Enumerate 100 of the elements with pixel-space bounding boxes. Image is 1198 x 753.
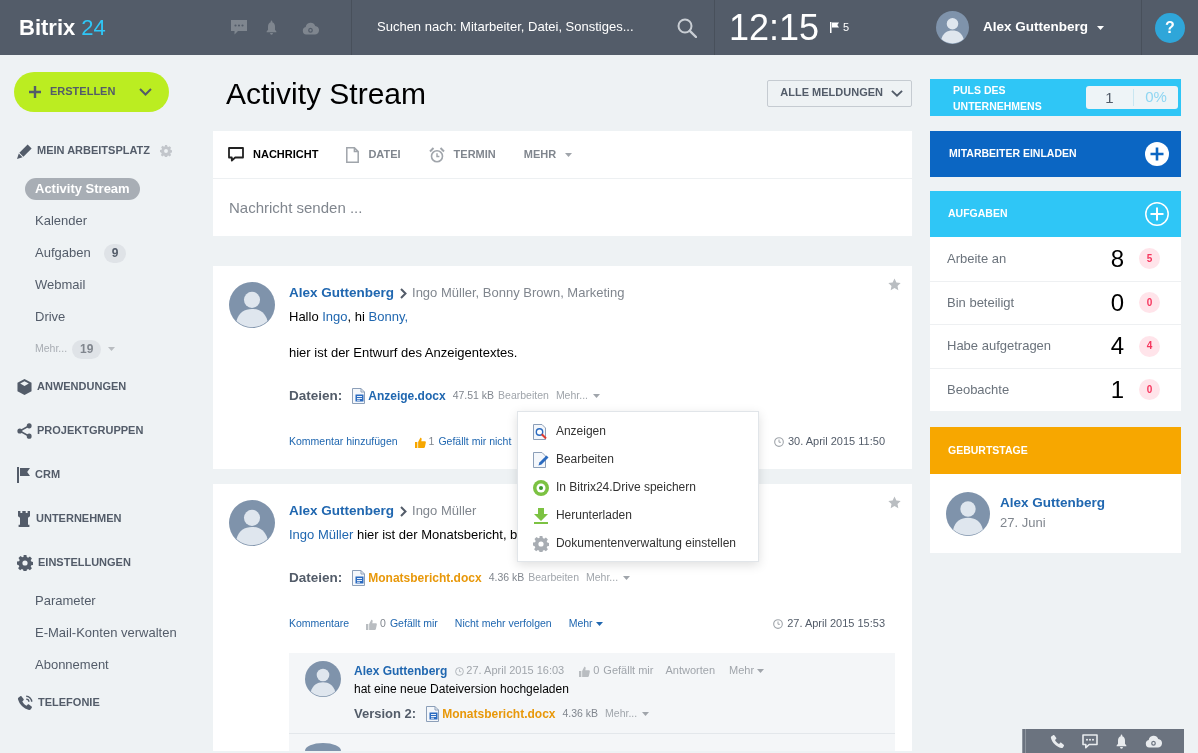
search-icon[interactable]	[677, 17, 697, 38]
chat-icon[interactable]	[1082, 733, 1098, 749]
file-size: 47.51 kB	[452, 389, 495, 403]
invite-button[interactable]: MITARBEITER EINLADEN	[930, 131, 1181, 177]
logo-text: Bitrix	[19, 16, 76, 39]
clock-icon	[455, 666, 465, 676]
flag-icon	[17, 467, 30, 483]
menu-item[interactable]: Dokumentenverwaltung einstellen	[517, 529, 758, 558]
recipients-text: Ingo Müller, Bonny Brown, Marketing	[412, 284, 625, 302]
sidebar-section[interactable]: MEIN ARBEITSPLATZ	[17, 143, 151, 159]
bell-icon[interactable]	[265, 20, 278, 35]
sidebar-item[interactable]: Abonnement	[25, 654, 119, 676]
sidebar-item[interactable]: Parameter	[25, 590, 106, 612]
caret-icon[interactable]	[1097, 25, 1104, 30]
pulse-title: PULS DES UNTERNEHMENS	[953, 82, 1043, 114]
action-link[interactable]: Nicht mehr verfolgen	[454, 617, 552, 631]
person-name[interactable]: Alex Guttenberg	[1000, 495, 1105, 513]
caret-icon	[623, 576, 631, 580]
sidebar-section[interactable]: TELEFONIE	[17, 695, 100, 711]
files-label: Dateien:	[289, 569, 343, 587]
thumbs-up-icon[interactable]	[579, 665, 591, 677]
star-icon[interactable]	[888, 496, 901, 509]
plus-icon[interactable]	[1145, 202, 1169, 226]
settings-icon[interactable]	[160, 145, 173, 157]
menu-item[interactable]: Bearbeiten	[517, 445, 758, 474]
composer-tab[interactable]: TERMIN	[428, 146, 496, 163]
avatar-icon	[229, 282, 275, 328]
create-button[interactable]: ERSTELLEN	[14, 72, 169, 112]
pulse-count: 1	[1086, 89, 1134, 106]
author-link[interactable]: Alex Guttenberg	[354, 663, 448, 679]
sidebar-section[interactable]: CRM	[17, 467, 61, 483]
bell-icon[interactable]	[1115, 733, 1128, 749]
post-text: Ingo Müller hier ist der Monatsbericht, b	[289, 526, 518, 544]
action-link[interactable]: Kommentare	[289, 617, 350, 631]
share-icon	[17, 423, 32, 439]
avatar-icon[interactable]	[936, 11, 969, 44]
search-field[interactable]: Suchen nach: Mitarbeiter, Datei, Sonstiges...	[377, 19, 677, 36]
thumbs-up-icon[interactable]	[414, 436, 426, 448]
mention-link[interactable]: Ingo Müller	[289, 527, 354, 542]
composer-tab[interactable]: DATEI	[346, 146, 401, 163]
thumbs-up-icon[interactable]	[366, 618, 378, 630]
author-link[interactable]: Alex Guttenberg	[289, 284, 394, 302]
cloud-icon[interactable]	[302, 20, 319, 35]
task-badge: 0	[1139, 292, 1160, 314]
sidebar-section[interactable]: UNTERNEHMEN	[17, 511, 122, 527]
cube-icon	[17, 379, 32, 395]
more-link[interactable]: Mehr	[568, 617, 603, 631]
task-count: 1	[1110, 377, 1124, 402]
file-size: 4.36 kB	[488, 571, 525, 585]
tower-icon	[17, 511, 31, 527]
message-field[interactable]: Nachricht senden ...	[213, 179, 912, 236]
task-label[interactable]: Arbeite an	[947, 250, 1111, 267]
clock-icon	[773, 437, 784, 447]
caret-icon	[595, 622, 603, 626]
task-count: 0	[1110, 290, 1124, 315]
menu-item[interactable]: Anzeigen	[517, 417, 758, 446]
sidebar-section[interactable]: EINSTELLUNGEN	[17, 555, 131, 571]
file-link[interactable]: Anzeige.docx	[368, 388, 446, 404]
comment-date: 27. April 2015 16:03	[466, 664, 565, 678]
mention-link[interactable]: Ingo	[322, 309, 348, 324]
sidebar-item[interactable]: Drive	[25, 306, 76, 328]
like-link[interactable]: Gefällt mir	[389, 617, 438, 631]
user-name[interactable]: Alex Guttenberg	[983, 19, 1088, 36]
birthday-date: 27. Juni	[1000, 515, 1046, 532]
sidebar-item[interactable]: Aufgaben	[25, 242, 101, 264]
chat-icon[interactable]	[231, 20, 247, 35]
task-label[interactable]: Habe aufgetragen	[947, 338, 1111, 355]
post-text: hier ist der Entwurf des Anzeigentextes.	[289, 344, 518, 362]
task-label[interactable]: Bin beteiligt	[947, 294, 1111, 311]
star-icon[interactable]	[888, 278, 901, 291]
like-link[interactable]: Gefällt mir nicht	[438, 435, 512, 449]
menu-item[interactable]: In Bitrix24.Drive speichern	[517, 473, 758, 502]
download-icon	[532, 507, 549, 524]
more-tab[interactable]: MEHR	[523, 147, 573, 162]
sidebar-section[interactable]: ANWENDUNGEN	[17, 379, 127, 395]
chevron-right-icon	[400, 287, 407, 299]
sidebar-item[interactable]: Webmail	[25, 274, 96, 296]
author-link[interactable]: Alex Guttenberg	[289, 502, 394, 520]
sidebar-item[interactable]: E-Mail-Konten verwalten	[25, 622, 187, 644]
mention-link[interactable]: Bonny,	[368, 309, 409, 324]
phone-icon[interactable]	[1050, 733, 1065, 749]
post-text: Hallo Ingo, hi Bonny,	[289, 308, 409, 326]
clock-icon	[773, 619, 784, 629]
tasks-title: AUFGABEN	[948, 207, 1008, 221]
file-size: 4.36 kB	[562, 707, 599, 721]
action-link[interactable]: Kommentar hinzufügen	[289, 435, 398, 449]
sidebar-section[interactable]: PROJEKTGRUPPEN	[17, 423, 144, 439]
plus-icon	[29, 86, 41, 98]
message-icon	[228, 147, 244, 162]
files-label: Dateien:	[289, 387, 343, 405]
filter-button[interactable]: ALLE MELDUNGEN	[767, 79, 912, 107]
composer-tab[interactable]: NACHRICHT	[228, 147, 319, 162]
sidebar-item[interactable]: Kalender	[25, 210, 98, 232]
document-icon	[426, 706, 440, 722]
task-label[interactable]: Beobachte	[947, 381, 1111, 398]
cloud-icon[interactable]	[1145, 734, 1162, 748]
menu-item[interactable]: Herunterladen	[517, 501, 758, 530]
pulse-percent: 0%	[1144, 88, 1168, 107]
document-icon	[352, 570, 366, 586]
comment-text: hat eine neue Dateiversion hochgeladen	[354, 681, 569, 697]
